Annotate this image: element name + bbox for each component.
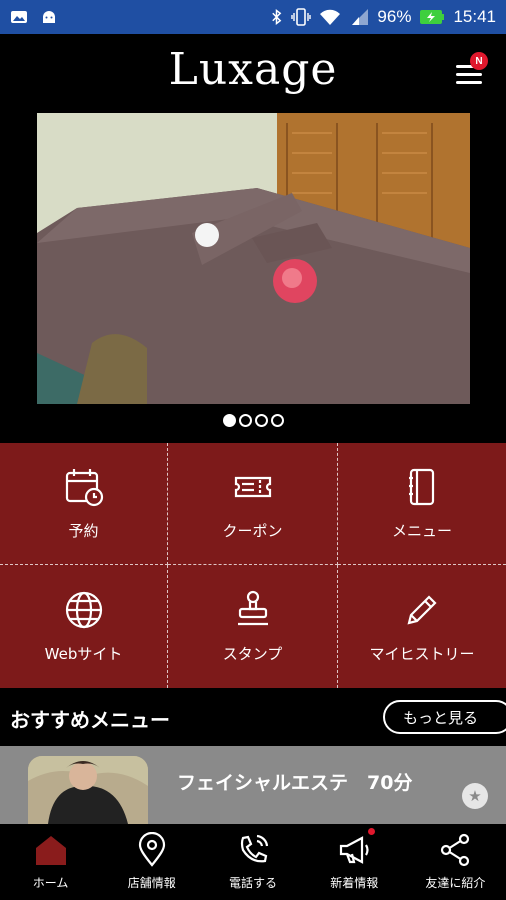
globe-icon (65, 591, 102, 629)
recommended-section-header: おすすめメニュー もっと見る (0, 688, 506, 746)
menu-item-thumbnail (28, 756, 148, 824)
tab-label: 新着情報 (330, 876, 379, 890)
battery-charging-icon (420, 10, 445, 24)
tab-label: 友達に紹介 (425, 876, 486, 890)
wifi-icon (320, 9, 341, 25)
tab-news[interactable]: 新着情報 (304, 824, 405, 900)
recommended-menu-item[interactable]: フェイシャルエステ 70分 (0, 746, 506, 824)
stamp-icon (237, 590, 268, 626)
tab-refer-friend[interactable]: 友達に紹介 (405, 824, 506, 900)
clock: 15:41 (453, 7, 496, 26)
news-notification-dot (367, 828, 375, 835)
home-icon (35, 836, 66, 865)
menu-book-icon (409, 468, 435, 506)
pencil-icon (407, 595, 437, 625)
favorite-star-button[interactable]: ★ (462, 783, 488, 809)
grid-label: クーポン (222, 522, 283, 540)
slider-dot[interactable] (254, 414, 268, 427)
see-more-button[interactable]: もっと見る (383, 700, 506, 734)
menu-bar (456, 73, 482, 76)
map-pin-icon (138, 832, 165, 867)
battery-percent: 96% (377, 7, 412, 26)
tab-home[interactable]: ホーム (0, 824, 101, 900)
tab-label: ホーム (32, 876, 69, 890)
tab-label: 店舗情報 (127, 876, 176, 890)
bluetooth-icon (272, 9, 282, 25)
grid-item-stamp[interactable]: スタンプ (168, 565, 338, 688)
feature-grid: 予約 クーポン メニュー Webサイト スタンプ マイヒストリー (0, 443, 506, 688)
share-icon (441, 833, 470, 867)
phone-icon (240, 834, 269, 863)
vibrate-icon (291, 8, 312, 26)
menu-bar (456, 81, 482, 84)
grid-item-website[interactable]: Webサイト (0, 565, 168, 688)
slider-dot[interactable] (222, 414, 236, 427)
grid-label: 予約 (68, 522, 99, 540)
section-title: おすすめメニュー (10, 708, 170, 732)
grid-label: メニュー (391, 522, 452, 540)
star-icon: ★ (468, 787, 482, 805)
grid-label: Webサイト (44, 645, 123, 663)
tab-store-info[interactable]: 店舗情報 (101, 824, 202, 900)
grid-label: スタンプ (222, 645, 283, 663)
signal-icon (352, 9, 369, 25)
tab-call[interactable]: 電話する (202, 824, 303, 900)
grid-item-my-history[interactable]: マイヒストリー (338, 565, 506, 688)
megaphone-icon (340, 836, 369, 864)
tab-label: 電話する (228, 876, 277, 890)
slider-dots (0, 414, 506, 427)
hero-slider[interactable] (0, 110, 506, 442)
hamburger-menu-button[interactable]: N (454, 52, 488, 92)
calendar-clock-icon (65, 469, 103, 507)
app-title: Luxage (168, 44, 338, 95)
gallery-notification-icon (11, 11, 27, 23)
grid-label: マイヒストリー (369, 645, 475, 663)
coupon-icon (234, 476, 271, 498)
app-header: Luxage N (0, 34, 506, 110)
slider-dot[interactable] (270, 414, 284, 427)
new-badge: N (470, 52, 488, 70)
grid-item-coupon[interactable]: クーポン (168, 443, 338, 565)
grid-item-reservation[interactable]: 予約 (0, 443, 168, 565)
bottom-tab-bar: ホーム 店舗情報 電話する 新着情報 友達に紹介 (0, 824, 506, 900)
status-bar: 96% 15:41 (0, 0, 506, 34)
menu-item-name: フェイシャルエステ 70分 (177, 772, 413, 794)
salon-photo (37, 113, 470, 404)
android-notification-icon (43, 11, 55, 23)
slider-dot[interactable] (238, 414, 252, 427)
grid-item-menu[interactable]: メニュー (338, 443, 506, 565)
